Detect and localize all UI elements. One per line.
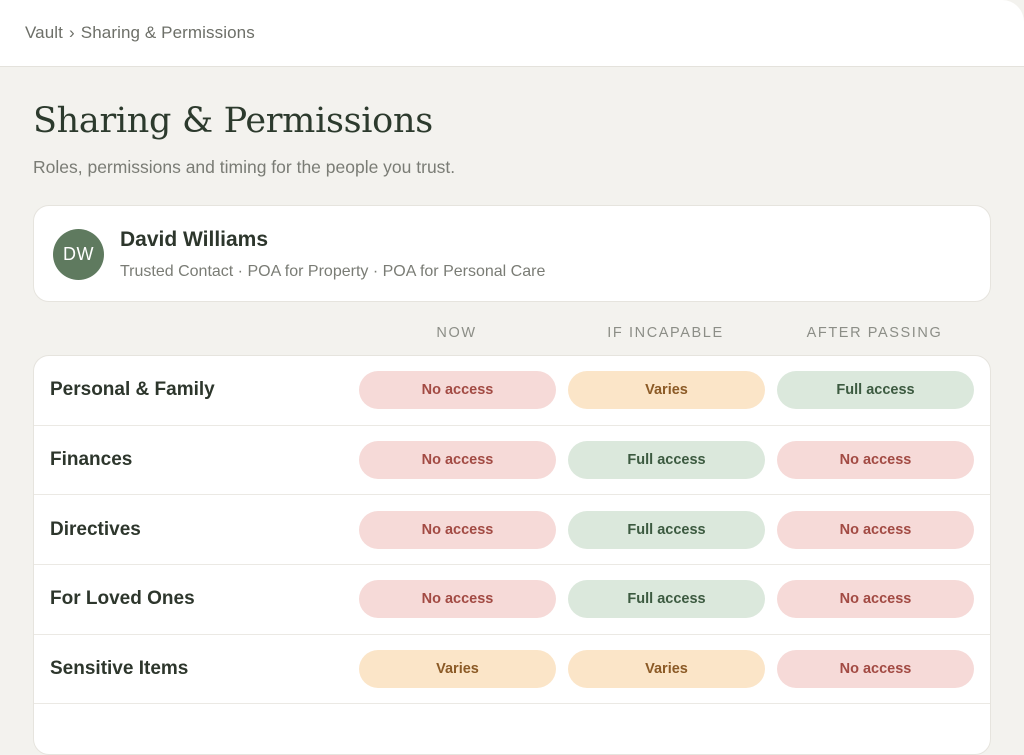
row-label: Personal & Family	[50, 379, 215, 401]
table-row: Sensitive Items Varies Varies No access	[34, 635, 990, 705]
permission-pill-now[interactable]: No access	[359, 371, 556, 410]
avatar: DW	[53, 229, 104, 280]
table-row: For Loved Ones No access Full access No …	[34, 565, 990, 635]
permission-pill-after-passing[interactable]: No access	[777, 510, 974, 549]
column-header-now: NOW	[436, 325, 477, 341]
permission-pill-now[interactable]: No access	[359, 510, 556, 549]
page-title: Sharing & Permissions	[33, 101, 433, 141]
row-label: For Loved Ones	[50, 588, 195, 610]
permission-pill-after-passing[interactable]: No access	[777, 441, 974, 480]
permission-pill-if-incapable[interactable]: Full access	[568, 441, 765, 480]
permission-pill-after-passing[interactable]: No access	[777, 650, 974, 689]
table-row: Finances No access Full access No access	[34, 426, 990, 496]
table-row: Personal & Family No access Varies Full …	[34, 356, 990, 426]
page-subtitle: Roles, permissions and timing for the pe…	[33, 157, 456, 177]
row-label: Directives	[50, 518, 141, 540]
permission-pill-now[interactable]: Varies	[359, 650, 556, 689]
column-header-after-passing: AFTER PASSING	[806, 325, 943, 341]
top-bar: Vault › Sharing & Permissions	[0, 0, 1024, 67]
permission-pill-now[interactable]: No access	[359, 580, 556, 619]
breadcrumb-vault-link[interactable]: Vault	[25, 23, 63, 42]
permission-pill-after-passing[interactable]: Full access	[777, 371, 974, 410]
permission-pill-if-incapable[interactable]: Varies	[568, 650, 765, 689]
breadcrumb-current: Sharing & Permissions	[80, 23, 255, 42]
contact-roles: Trusted Contact · POA for Property · POA…	[120, 263, 546, 280]
breadcrumb: Vault › Sharing & Permissions	[25, 23, 255, 43]
column-header-if-incapable: IF INCAPABLE	[607, 325, 724, 341]
row-label: Finances	[50, 449, 133, 471]
permissions-table: Personal & Family No access Varies Full …	[33, 355, 991, 755]
permission-pill-if-incapable[interactable]: Full access	[568, 580, 765, 619]
table-row: Directives No access Full access No acce…	[34, 495, 990, 566]
contact-name: David Williams	[120, 228, 269, 251]
permission-pill-now[interactable]: No access	[359, 441, 556, 480]
breadcrumb-separator: ›	[69, 23, 75, 42]
row-label: Sensitive Items	[50, 658, 189, 680]
permission-pill-after-passing[interactable]: No access	[777, 580, 974, 619]
contact-card[interactable]: DW David Williams Trusted Contact · POA …	[33, 205, 991, 302]
permission-pill-if-incapable[interactable]: Full access	[568, 510, 765, 549]
permission-pill-if-incapable[interactable]: Varies	[568, 371, 765, 410]
